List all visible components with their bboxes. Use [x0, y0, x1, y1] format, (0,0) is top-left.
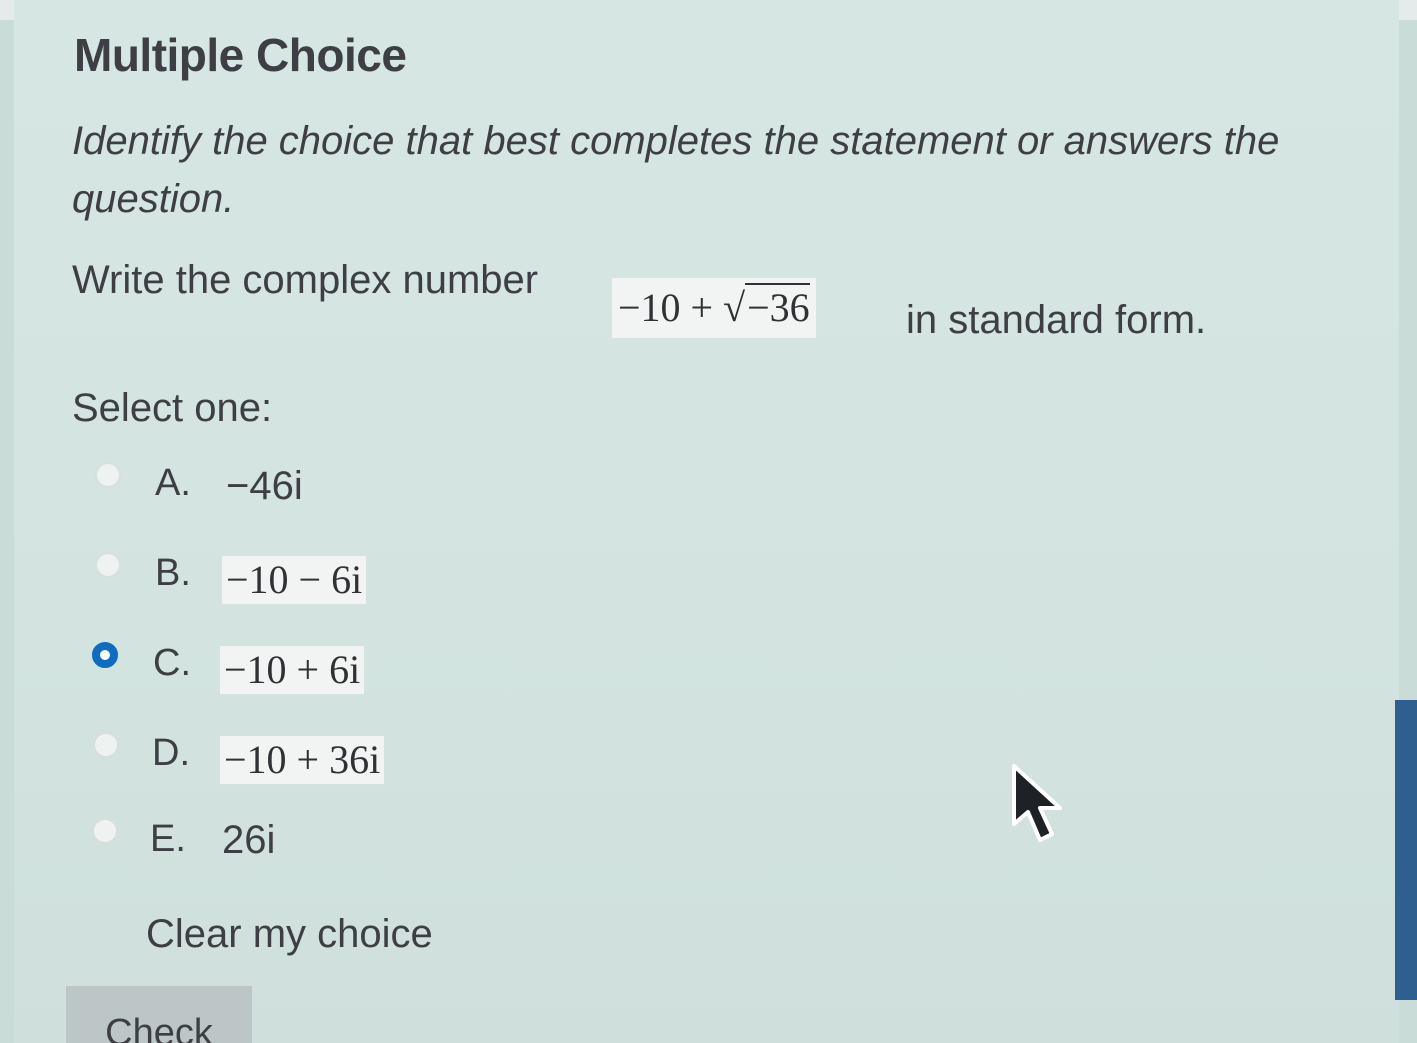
option-c-text[interactable]: −10 + 6i — [220, 646, 365, 694]
option-e-letter: E. — [150, 818, 186, 860]
option-b-radio[interactable] — [95, 552, 121, 578]
option-b-letter: B. — [155, 552, 191, 594]
right-edge-bar — [1395, 700, 1417, 1000]
question-expression: −10 + √−36 — [612, 278, 816, 338]
option-b-text[interactable]: −10 − 6i — [222, 556, 367, 604]
option-c-radio[interactable] — [92, 642, 118, 668]
option-d-letter: D. — [152, 732, 190, 774]
option-a-letter: A. — [155, 462, 191, 504]
question-suffix: in standard form. — [906, 298, 1207, 342]
select-one-label: Select one: — [72, 386, 273, 430]
option-d-radio[interactable] — [93, 732, 119, 758]
expression-lead: −10 + — [618, 285, 714, 330]
option-a-text[interactable]: −46i — [226, 464, 303, 509]
option-e-text[interactable]: 26i — [222, 818, 275, 863]
option-d-text[interactable]: −10 + 36i — [220, 736, 385, 784]
section-title: Multiple Choice — [74, 29, 407, 81]
question-prefix: Write the complex number — [72, 258, 539, 302]
check-button[interactable]: Check — [66, 986, 252, 1043]
option-c-letter: C. — [153, 642, 191, 684]
option-e-radio[interactable] — [92, 818, 118, 844]
clear-choice-link[interactable]: Clear my choice — [146, 912, 433, 957]
instruction-text: Identify the choice that best completes … — [72, 119, 1280, 221]
sqrt-symbol: √ — [723, 285, 746, 330]
option-a-radio[interactable] — [95, 462, 121, 488]
mouse-pointer-icon — [1008, 762, 1072, 863]
expression-radicand: −36 — [745, 283, 810, 330]
